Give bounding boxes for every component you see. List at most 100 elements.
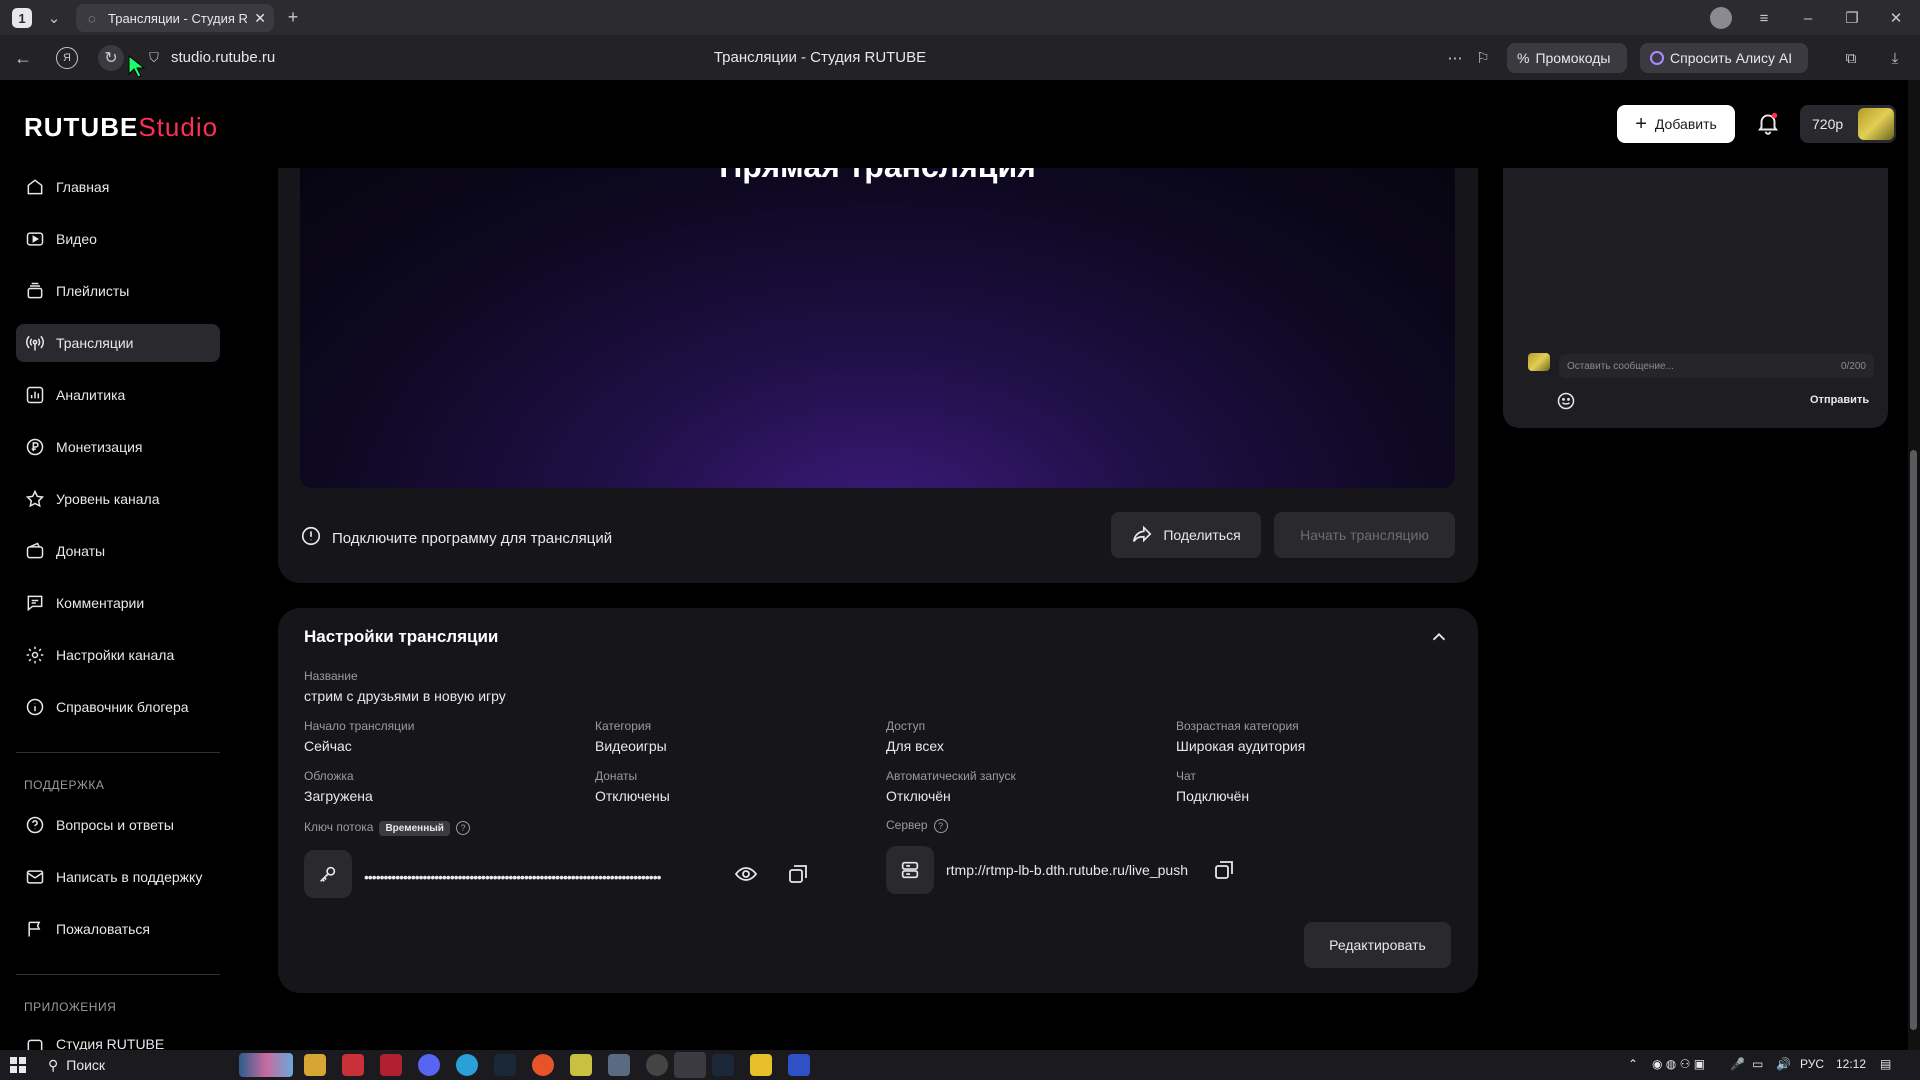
sidebar-item-label: Аналитика — [56, 387, 126, 403]
share-label: Поделиться — [1163, 527, 1241, 543]
alice-label: Спросить Алису AI — [1670, 50, 1793, 66]
chat-setting-value: Подключён — [1176, 788, 1250, 804]
volume-icon[interactable]: 🔊 — [1776, 1057, 1791, 1071]
edit-button[interactable]: Редактировать — [1304, 922, 1451, 968]
eye-icon[interactable] — [734, 862, 758, 891]
sidebar-item-home[interactable]: Главная — [16, 168, 220, 206]
sidebar-item-monetization[interactable]: Монетизация — [16, 428, 220, 466]
restore-icon[interactable]: ❐ — [1841, 7, 1863, 29]
app-64-icon[interactable] — [380, 1054, 402, 1076]
sidebar-item-label: Справочник блогера — [56, 699, 189, 715]
chat-setting-label: Чат — [1176, 769, 1196, 783]
bookmark-icon[interactable]: ⚐ — [1472, 47, 1494, 69]
video-player[interactable] — [300, 168, 1455, 488]
steam-taskbar-icon[interactable] — [712, 1054, 734, 1076]
yandex-browser-taskbar-icon[interactable] — [674, 1052, 706, 1078]
chat-placeholder: Оставить сообщение... — [1567, 360, 1674, 372]
app-red-icon[interactable] — [342, 1054, 364, 1076]
notifications-icon[interactable]: ▤ — [1880, 1057, 1891, 1071]
add-button[interactable]: + Добавить — [1617, 105, 1735, 143]
help-icon[interactable]: ? — [933, 818, 948, 833]
logo-main: RUTUBE — [24, 112, 139, 142]
chart-icon — [24, 384, 46, 406]
sidebar-item-label: Видео — [56, 231, 97, 247]
bell-icon[interactable] — [1755, 110, 1781, 136]
sidebar-item-channel-settings[interactable]: Настройки канала — [16, 636, 220, 674]
copy-key-icon[interactable] — [786, 862, 810, 891]
search-highlight-image — [239, 1053, 293, 1077]
age-value: Широкая аудитория — [1176, 738, 1306, 754]
chevron-up-icon[interactable] — [1428, 626, 1450, 653]
sidebar-item-blogger-guide[interactable]: Справочник блогера — [16, 688, 220, 726]
info-icon — [24, 696, 46, 718]
chat-message-input[interactable]: Оставить сообщение... 0/200 — [1559, 354, 1874, 378]
sidebar-item-studio-app[interactable]: Студия RUTUBE — [16, 1026, 220, 1050]
tray-icons[interactable]: ◉ ◍ ⚇ ▣ — [1652, 1057, 1705, 1071]
autostart-label: Автоматический запуск — [886, 769, 1016, 783]
sidebar-item-video[interactable]: Видео — [16, 220, 220, 258]
minimize-icon[interactable]: – — [1797, 7, 1819, 29]
autostart-value: Отключён — [886, 788, 951, 804]
sidebar-item-streams[interactable]: Трансляции — [16, 324, 220, 362]
wallet-icon — [24, 540, 46, 562]
close-icon[interactable]: ✕ — [254, 10, 266, 27]
emoji-icon[interactable] — [1556, 391, 1576, 416]
network-icon[interactable]: ▭ — [1752, 1057, 1763, 1071]
chat-send-button[interactable]: Отправить — [1810, 394, 1869, 406]
app-window-icon[interactable] — [608, 1054, 630, 1076]
new-tab-icon[interactable]: + — [282, 6, 304, 28]
taskbar-search-label: Поиск — [66, 1057, 106, 1073]
collections-icon[interactable]: ⧉ — [1840, 47, 1862, 69]
file-explorer-icon[interactable] — [304, 1054, 326, 1076]
donations-value: Отключены — [595, 788, 670, 804]
category-value: Видеоигры — [595, 738, 667, 754]
chat-avatar — [1528, 353, 1550, 371]
start-stream-button[interactable]: Начать трансляцию — [1274, 512, 1455, 558]
help-icon[interactable]: ? — [455, 820, 470, 835]
app-orange-icon[interactable] — [532, 1054, 554, 1076]
promo-button[interactable]: % Промокоды — [1507, 43, 1627, 73]
profile-icon[interactable] — [1710, 7, 1732, 29]
sidebar-item-comments[interactable]: Комментарии — [16, 584, 220, 622]
rutube-studio-logo[interactable]: RUTUBEStudio — [24, 112, 218, 143]
telegram-icon[interactable] — [456, 1054, 478, 1076]
sidebar-item-donations[interactable]: Донаты — [16, 532, 220, 570]
mic-icon[interactable]: 🎤 — [1730, 1057, 1745, 1071]
more-icon[interactable]: ⋯ — [1444, 47, 1466, 69]
search-icon: ⚲ — [48, 1056, 59, 1073]
question-icon — [24, 814, 46, 836]
copy-server-icon[interactable] — [1212, 858, 1236, 887]
app-blue-icon[interactable] — [788, 1054, 810, 1076]
chevron-down-icon[interactable]: ⌄ — [44, 8, 64, 28]
sidebar-item-contact-support[interactable]: Написать в поддержку — [16, 858, 220, 896]
download-icon[interactable]: ⤓ — [1884, 47, 1906, 69]
keyboard-language[interactable]: РУС — [1800, 1057, 1824, 1071]
tray-chevron-icon[interactable]: ⌃ — [1628, 1057, 1638, 1071]
tab-counter[interactable]: 1 — [12, 8, 32, 28]
menu-icon[interactable]: ≡ — [1753, 7, 1775, 29]
taskbar-search[interactable]: ⚲ Поиск — [38, 1051, 293, 1079]
app-bars-icon[interactable] — [750, 1054, 772, 1076]
windows-start-icon[interactable] — [10, 1057, 26, 1078]
window-close-icon[interactable]: ✕ — [1885, 7, 1907, 29]
browser-tab-active[interactable]: ◌ Трансляции - Студия R ✕ — [76, 4, 274, 32]
sidebar-item-report[interactable]: Пожаловаться — [16, 910, 220, 948]
video-icon — [24, 228, 46, 250]
app-clock-icon[interactable] — [646, 1054, 668, 1076]
access-label: Доступ — [886, 719, 926, 733]
scrollbar-thumb[interactable] — [1910, 450, 1917, 1030]
home-icon — [24, 176, 46, 198]
logo-studio: Studio — [138, 112, 219, 142]
discord-icon[interactable] — [418, 1054, 440, 1076]
steam-icon[interactable] — [494, 1054, 516, 1076]
sidebar-item-level[interactable]: Уровень канала — [16, 480, 220, 518]
alice-button[interactable]: Спросить Алису AI — [1640, 43, 1808, 73]
sidebar-item-faq[interactable]: Вопросы и ответы — [16, 806, 220, 844]
clock[interactable]: 12:12 — [1836, 1057, 1866, 1071]
share-button[interactable]: Поделиться — [1111, 512, 1261, 558]
app-yellow-icon[interactable] — [570, 1054, 592, 1076]
age-label: Возрастная категория — [1176, 719, 1299, 733]
sidebar-item-analytics[interactable]: Аналитика — [16, 376, 220, 414]
sidebar-item-playlists[interactable]: Плейлисты — [16, 272, 220, 310]
avatar[interactable] — [1858, 108, 1894, 140]
